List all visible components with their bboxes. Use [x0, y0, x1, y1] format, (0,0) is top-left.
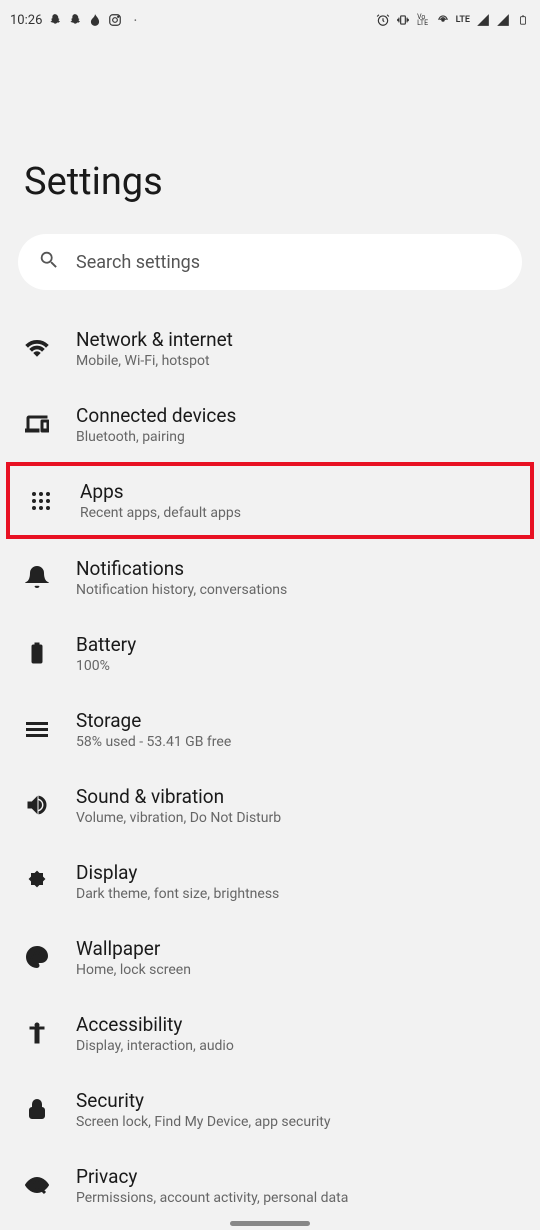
item-subtitle: Bluetooth, pairing [76, 429, 236, 445]
setting-item-storage[interactable]: Storage 58% used - 53.41 GB free [0, 691, 540, 767]
palette-icon [24, 944, 50, 970]
battery-full-icon [24, 640, 50, 666]
volte-icon: VoLTE [416, 13, 430, 27]
lock-icon [24, 1096, 50, 1122]
search-bar[interactable]: Search settings [18, 234, 522, 290]
alarm-icon [376, 13, 390, 27]
bell-icon [24, 564, 50, 590]
status-right: VoLTE LTE [376, 13, 530, 27]
battery-icon [516, 13, 530, 27]
privacy-icon [24, 1172, 50, 1198]
item-title: Battery [76, 633, 136, 656]
accessibility-icon [24, 1020, 50, 1046]
item-title: Security [76, 1089, 330, 1112]
item-subtitle: Home, lock screen [76, 962, 191, 978]
item-subtitle: Screen lock, Find My Device, app securit… [76, 1114, 330, 1130]
snapchat-icon [48, 13, 62, 27]
setting-item-sound[interactable]: Sound & vibration Volume, vibration, Do … [0, 767, 540, 843]
item-title: Storage [76, 709, 231, 732]
setting-item-notifications[interactable]: Notifications Notification history, conv… [0, 539, 540, 615]
search-icon [38, 249, 60, 275]
item-subtitle: Recent apps, default apps [80, 505, 241, 521]
devices-icon [24, 411, 50, 437]
item-subtitle: Notification history, conversations [76, 582, 287, 598]
setting-item-network[interactable]: Network & internet Mobile, Wi-Fi, hotspo… [0, 310, 540, 386]
setting-item-wallpaper[interactable]: Wallpaper Home, lock screen [0, 919, 540, 995]
item-subtitle: Volume, vibration, Do Not Disturb [76, 810, 281, 826]
item-title: Accessibility [76, 1013, 234, 1036]
hotspot-icon [436, 13, 450, 27]
item-title: Sound & vibration [76, 785, 281, 808]
wifi-icon [24, 335, 50, 361]
signal-icon-1 [476, 13, 490, 27]
item-title: Network & internet [76, 328, 233, 351]
item-title: Privacy [76, 1165, 348, 1188]
status-time: 10:26 [10, 13, 42, 28]
setting-item-security[interactable]: Security Screen lock, Find My Device, ap… [0, 1071, 540, 1147]
item-subtitle: 58% used - 53.41 GB free [76, 734, 231, 750]
storage-icon [24, 716, 50, 742]
item-title: Display [76, 861, 279, 884]
signal-icon-2 [496, 13, 510, 27]
instagram-icon [108, 13, 122, 27]
status-left: 10:26 • [10, 13, 142, 28]
lte-label: LTE [456, 15, 470, 25]
setting-item-privacy[interactable]: Privacy Permissions, account activity, p… [0, 1147, 540, 1223]
item-subtitle: Display, interaction, audio [76, 1038, 234, 1054]
item-subtitle: 100% [76, 658, 136, 674]
settings-list: Network & internet Mobile, Wi-Fi, hotspo… [0, 310, 540, 1223]
item-title: Wallpaper [76, 937, 191, 960]
page-title: Settings [0, 40, 540, 234]
setting-item-apps[interactable]: Apps Recent apps, default apps [6, 462, 534, 539]
setting-item-display[interactable]: Display Dark theme, font size, brightnes… [0, 843, 540, 919]
setting-item-accessibility[interactable]: Accessibility Display, interaction, audi… [0, 995, 540, 1071]
vibrate-icon [396, 13, 410, 27]
search-placeholder: Search settings [76, 252, 200, 273]
item-title: Connected devices [76, 404, 236, 427]
dot-icon: • [128, 13, 142, 27]
setting-item-battery[interactable]: Battery 100% [0, 615, 540, 691]
tinder-icon [88, 13, 102, 27]
volume-icon [24, 792, 50, 818]
item-subtitle: Dark theme, font size, brightness [76, 886, 279, 902]
item-subtitle: Permissions, account activity, personal … [76, 1190, 348, 1206]
apps-icon [28, 488, 54, 514]
item-title: Apps [80, 480, 241, 503]
brightness-icon [24, 868, 50, 894]
item-subtitle: Mobile, Wi-Fi, hotspot [76, 353, 233, 369]
navigation-handle[interactable] [230, 1221, 310, 1226]
status-bar: 10:26 • VoLTE LTE [0, 0, 540, 40]
setting-item-connected-devices[interactable]: Connected devices Bluetooth, pairing [0, 386, 540, 462]
item-title: Notifications [76, 557, 287, 580]
snapchat-icon-2 [68, 13, 82, 27]
